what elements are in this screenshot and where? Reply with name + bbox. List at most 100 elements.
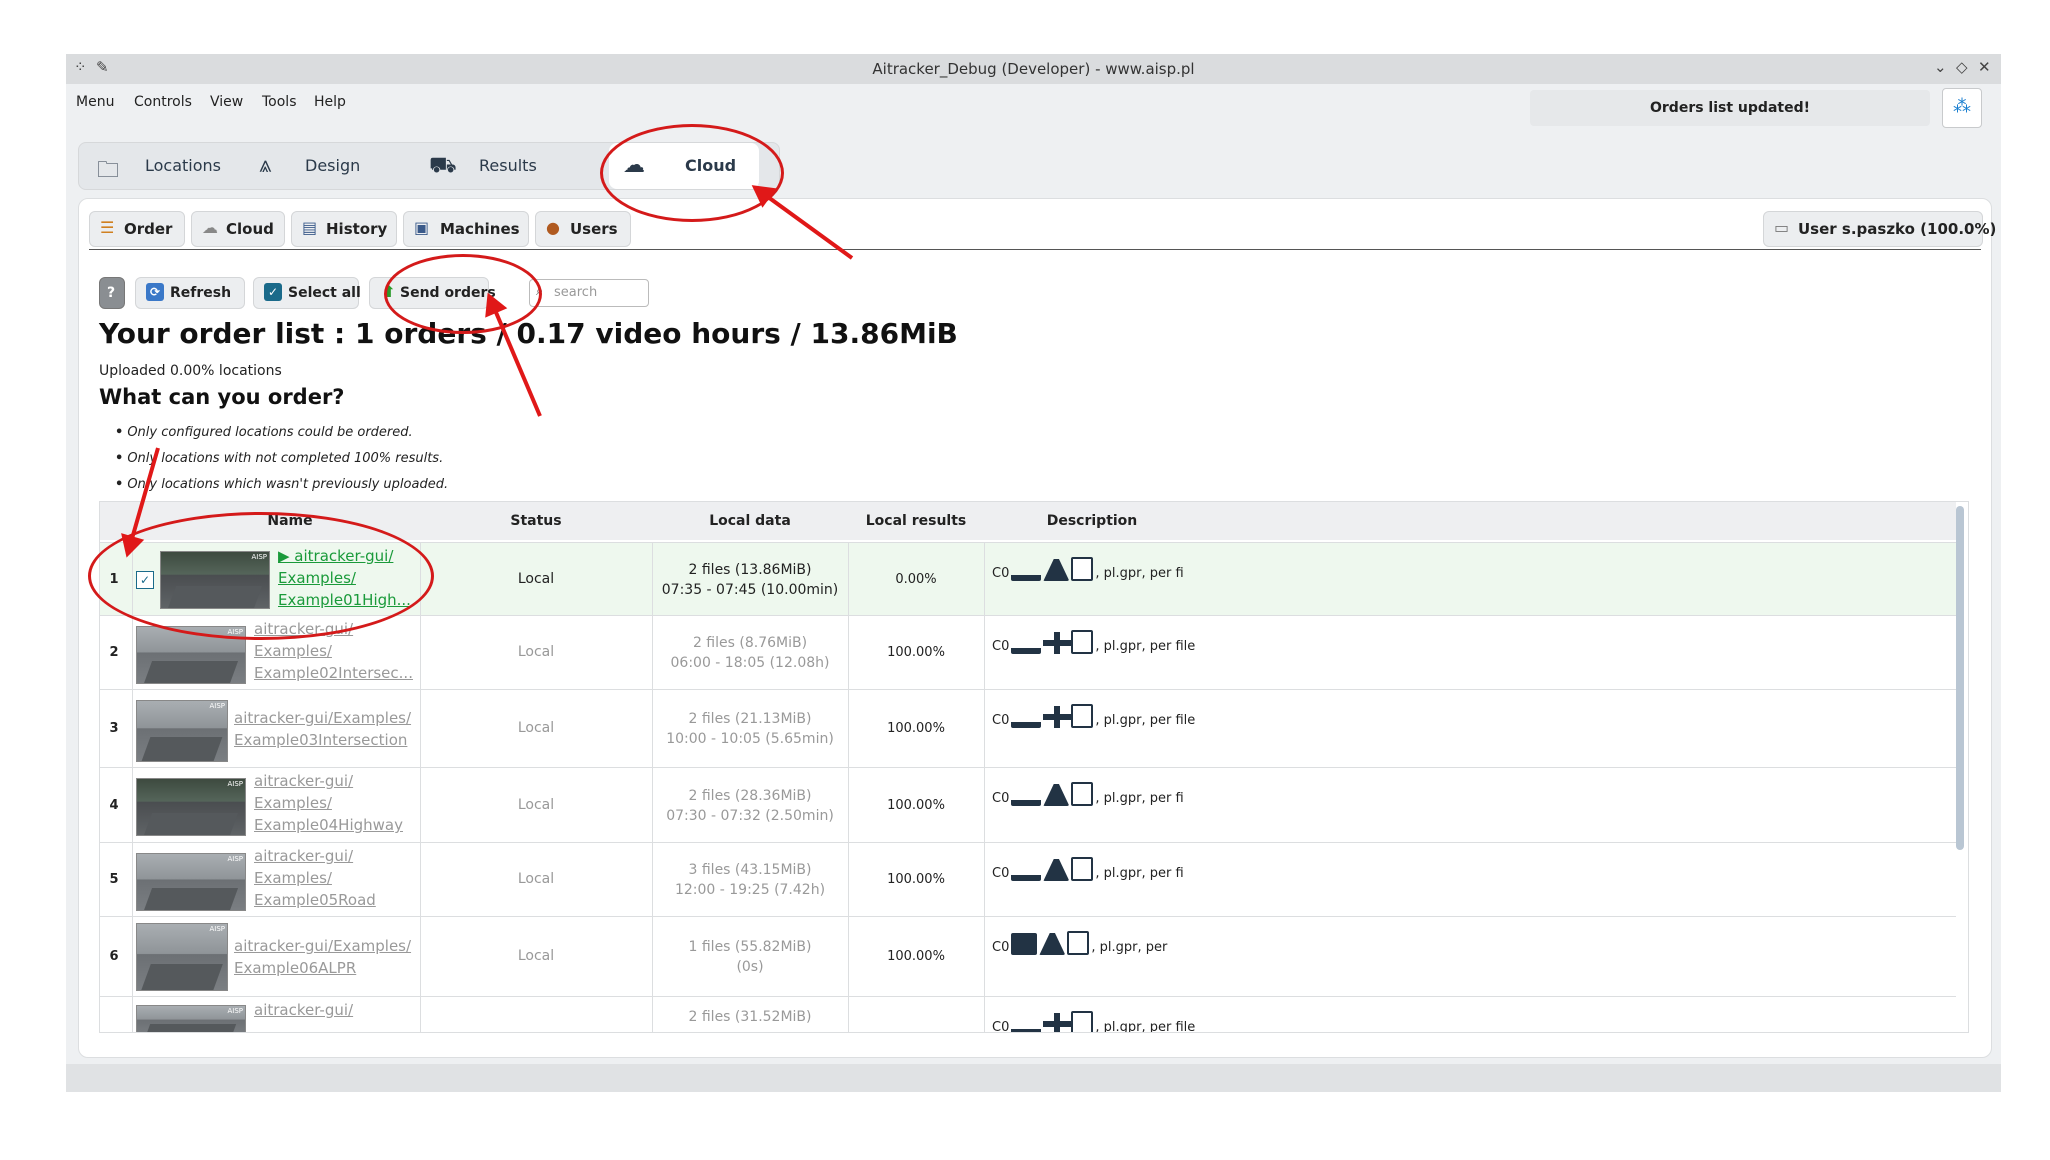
row-local-results: 100.00% [887,949,945,964]
table-row[interactable]: AISP aitracker-gui/2 files (31.52MiB) C0, … [100,996,1956,1032]
vehicle-icon [1011,634,1042,654]
subtab-history[interactable]: ▤ History [291,211,397,247]
notification-bar: Orders list updated! [1530,90,1930,126]
what-can-you-order-heading: What can you order? [99,385,345,409]
intersection-icon [1043,1013,1072,1032]
vehicle-icon [1011,561,1042,581]
location-link[interactable]: aitracker-gui/Examples/Example03Intersec… [234,707,411,751]
document-icon [1071,857,1094,881]
title-bar: ⁘ ✎ Aitracker_Debug (Developer) - www.ai… [66,54,2001,84]
subtab-cloud[interactable]: ☁ Cloud [191,211,285,247]
user-card-icon: ▭ [1774,218,1790,237]
vehicle-icon [1011,1015,1042,1032]
select-all-button[interactable]: ✓ Select all [253,277,361,309]
column-status[interactable]: Status [420,513,652,529]
row-number: 3 [109,721,119,736]
status-bar [66,1064,2001,1092]
location-thumbnail: AISP [136,1005,246,1032]
row-local-results: 0.00% [895,571,937,587]
table-scrollbar[interactable] [1956,506,1964,850]
location-thumbnail: AISP [136,700,228,762]
location-link[interactable]: aitracker-gui/Examples/Example06ALPR [234,935,411,979]
column-divider [420,997,421,1032]
row-status: Local [517,948,555,964]
tab-design[interactable]: ⩓ Design [249,143,399,189]
row-local-data: 2 files (28.36MiB) 07:30 - 07:32 (2.50min… [666,787,834,824]
table-row[interactable]: 6 AISP aitracker-gui/Examples/Example06ALP… [100,916,1956,997]
column-divider [984,997,985,1032]
location-thumbnail: AISP [136,778,246,836]
row-local-results: 100.00% [887,645,945,660]
menu-tools[interactable]: Tools [262,94,297,110]
document-icon [1071,557,1094,581]
row-status: Local [517,570,555,587]
user-badge[interactable]: ▭ User s.paszko (100.0%) [1763,211,1996,247]
subtab-users[interactable]: ● Users [535,211,631,247]
cloud-icon: ☁ [202,218,218,237]
row-number: 4 [109,797,119,813]
column-divider [848,997,849,1032]
column-divider [984,690,985,768]
menu-controls[interactable]: Controls [134,94,192,110]
location-link[interactable]: aitracker-gui/ [254,999,353,1021]
window-title: Aitracker_Debug (Developer) - www.aisp.p… [872,60,1195,78]
menu-view[interactable]: View [210,94,243,110]
column-divider [132,616,133,690]
road-icon [1043,859,1070,881]
location-link[interactable]: aitracker-gui/Examples/Example05Road [254,845,376,911]
table-row[interactable]: 2 AISP aitracker-gui/Examples/Example02Int… [100,615,1956,690]
intersection-icon [1043,632,1072,654]
refresh-icon: ⟳ [146,283,164,301]
column-local-results[interactable]: Local results [848,513,984,529]
tab-locations[interactable]: 🗀 Locations [79,143,229,189]
subtab-machines[interactable]: ▣ Machines [403,211,529,247]
vehicle-icon [1011,786,1042,806]
table-row[interactable]: 3 AISP aitracker-gui/Examples/Example03Int… [100,689,1956,768]
table-row[interactable]: 4 AISP aitracker-gui/Examples/Example04Hig… [100,767,1956,843]
column-local-data[interactable]: Local data [652,513,848,529]
users-icon: ● [546,218,560,237]
row-local-data: 3 files (43.15MiB) 12:00 - 19:25 (7.42h) [674,862,826,898]
order-icon: ☰ [100,218,115,237]
location-thumbnail: AISP [136,923,228,991]
document-icon [1071,1011,1094,1032]
road-icon [1043,784,1070,806]
tab-results[interactable]: ⛟ Results [419,143,569,189]
location-link[interactable]: aitracker-gui/Examples/Example04Highway [254,770,403,836]
folder-icon: 🗀 [97,158,120,183]
row-local-data: 2 files (21.13MiB) 10:00 - 10:05 (5.65min… [666,711,834,747]
menu-menu[interactable]: Menu [76,94,114,110]
subtab-divider [89,249,1981,250]
camera-plate-icon [1011,933,1038,955]
order-summary-heading: Your order list : 1 orders / 0.17 video … [99,317,958,350]
refresh-button[interactable]: ⟳ Refresh [135,277,245,309]
search-input[interactable]: ⌕ search [529,279,649,307]
row-local-results: 100.00% [887,872,945,887]
document-icon [1071,630,1094,654]
column-divider [984,543,985,616]
row-description: C0, pl.gpr, per fi [992,557,1184,581]
column-divider [132,690,133,768]
location-thumbnail: AISP [136,853,246,911]
machines-icon: ▣ [414,218,430,237]
row-local-results: 100.00% [887,797,945,813]
close-icon[interactable]: ✕ [1978,58,1991,76]
column-description[interactable]: Description [984,513,1200,529]
row-status: Local [517,644,555,660]
cloud-panel: ☰ Order ☁ Cloud ▤ History ▣ Machines ● U… [78,198,1996,1058]
subtab-order[interactable]: ☰ Order [89,211,185,247]
table-row[interactable]: 5 AISP aitracker-gui/Examples/Example05Roa… [100,842,1956,917]
menu-help[interactable]: Help [314,94,346,110]
row-description: C0, pl.gpr, per file [992,1011,1195,1032]
row-number: 2 [109,645,119,660]
row-local-results: 100.00% [887,721,945,736]
network-button[interactable]: ⁂ [1942,88,1982,128]
column-divider [984,917,985,997]
row-description: C0, pl.gpr, per file [992,704,1195,728]
document-icon [1071,704,1094,728]
row-local-data: 2 files (8.76MiB) 06:00 - 18:05 (12.08h) [670,635,830,671]
minimize-icon[interactable]: ⌄ [1934,58,1947,76]
help-button[interactable]: ? [99,277,125,309]
maximize-icon[interactable]: ◇ [1956,58,1968,76]
column-divider [132,997,133,1032]
